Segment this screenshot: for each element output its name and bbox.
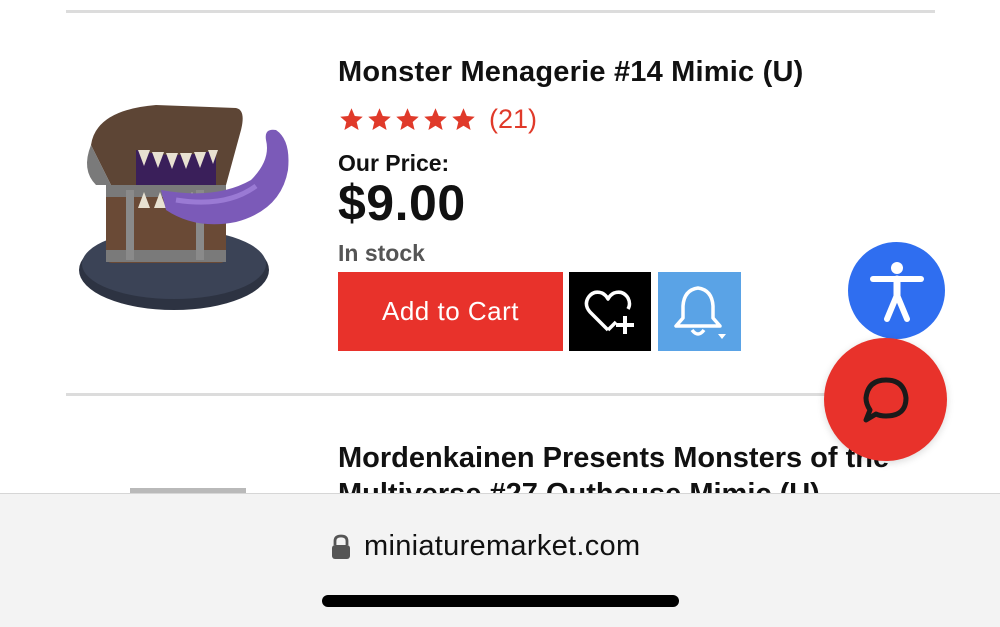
stock-alert-button[interactable] xyxy=(658,272,741,351)
accessibility-button[interactable] xyxy=(848,242,945,339)
star-rating xyxy=(338,106,477,133)
add-to-cart-button[interactable]: Add to Cart xyxy=(338,272,563,351)
url-text: miniaturemarket.com xyxy=(364,530,641,562)
chat-bubble-icon xyxy=(863,377,908,422)
home-indicator[interactable] xyxy=(322,595,679,607)
url-display[interactable]: miniaturemarket.com xyxy=(330,530,640,563)
bell-dropdown-icon xyxy=(673,285,726,339)
star-icon xyxy=(396,108,419,130)
accessibility-person-icon xyxy=(869,261,924,322)
price-label: Our Price: xyxy=(338,150,450,176)
star-icon xyxy=(424,108,447,130)
product-price: $9.00 xyxy=(338,175,466,231)
product-divider xyxy=(66,393,935,396)
product-title[interactable]: Monster Menagerie #14 Mimic (U) xyxy=(338,56,804,89)
review-count[interactable]: (21) xyxy=(489,104,537,135)
heart-plus-icon xyxy=(584,289,634,334)
add-to-wishlist-button[interactable] xyxy=(569,272,651,351)
product-image[interactable] xyxy=(66,90,306,330)
lock-icon xyxy=(332,534,350,559)
stock-status: In stock xyxy=(338,240,425,266)
browser-address-bar[interactable]: miniaturemarket.com xyxy=(0,493,1000,627)
chat-button[interactable] xyxy=(824,338,947,461)
rating[interactable]: (21) xyxy=(338,104,537,135)
star-icon xyxy=(340,108,363,130)
star-icon xyxy=(452,108,475,130)
star-icon xyxy=(368,108,391,130)
top-divider xyxy=(66,10,935,13)
